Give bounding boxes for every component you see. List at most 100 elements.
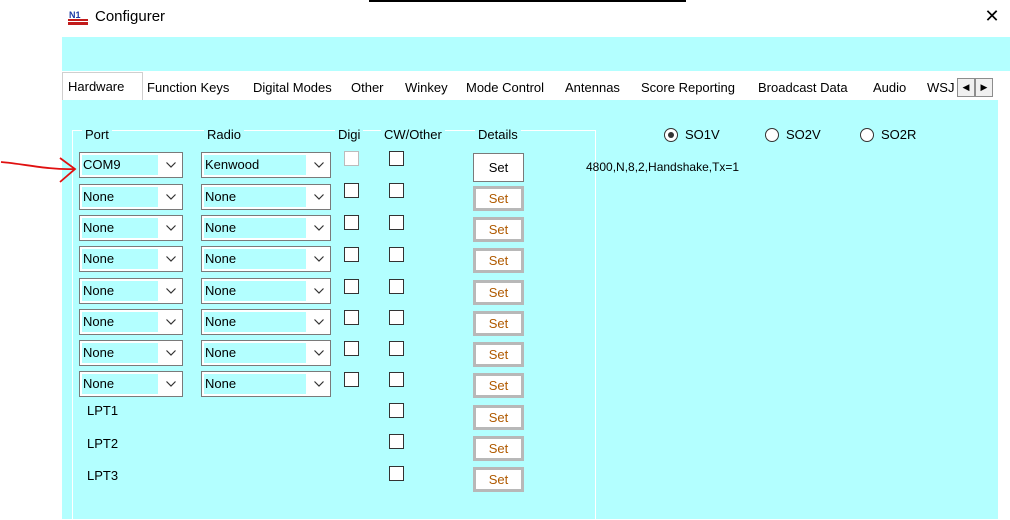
chevron-down-icon[interactable] [160,185,182,209]
cw-other-checkbox[interactable] [389,372,404,387]
digi-checkbox[interactable] [344,215,359,230]
chevron-down-icon[interactable] [160,216,182,240]
radio-select[interactable]: None [201,340,331,366]
port-select[interactable]: None [79,340,183,366]
svg-text:N1: N1 [69,10,81,20]
tab-other[interactable]: Other [351,80,384,95]
tab-wsj[interactable]: WSJ [927,80,954,95]
port-select[interactable]: None [79,215,183,241]
so2r-label: SO2R [881,127,917,142]
chevron-down-icon[interactable] [308,247,330,271]
so1v-label: SO1V [685,127,720,142]
radio-select[interactable]: None [201,278,331,304]
digi-checkbox[interactable] [344,341,359,356]
port-select[interactable]: None [79,278,183,304]
header-cw-other: CW/Other [381,127,445,142]
cw-other-checkbox[interactable] [389,341,404,356]
radio-select-value: Kenwood [204,155,306,175]
port-select-value: None [82,312,158,332]
chevron-down-icon[interactable] [308,372,330,396]
chevron-down-icon[interactable] [308,185,330,209]
tab-hardware[interactable]: Hardware [68,79,124,94]
top-divider-line [369,0,686,2]
radio-select-value: None [204,374,306,394]
port-select[interactable]: COM9 [79,152,183,178]
cw-other-checkbox[interactable] [389,183,404,198]
set-button[interactable]: Set [473,467,524,492]
scroll-left-icon[interactable]: ◀ [957,78,975,97]
panel-edge [998,100,1000,519]
tab-function-keys[interactable]: Function Keys [147,80,229,95]
annotation-arrow [0,157,77,183]
radio-select[interactable]: None [201,371,331,397]
header-details: Details [475,127,521,142]
so2r-radio[interactable] [860,128,874,142]
cw-other-checkbox[interactable] [389,310,404,325]
port-select[interactable]: None [79,184,183,210]
radio-select[interactable]: None [201,215,331,241]
set-button[interactable]: Set [473,436,524,461]
port-select-value: None [82,374,158,394]
digi-checkbox[interactable] [344,151,359,166]
chevron-down-icon[interactable] [308,310,330,334]
scroll-right-icon[interactable]: ▶ [975,78,993,97]
chevron-down-icon[interactable] [160,341,182,365]
digi-checkbox[interactable] [344,183,359,198]
header-band [62,37,1010,71]
cw-other-checkbox[interactable] [389,151,404,166]
tab-audio[interactable]: Audio [873,80,906,95]
set-button[interactable]: Set [473,153,524,182]
set-button[interactable]: Set [473,405,524,430]
chevron-down-icon[interactable] [160,247,182,271]
chevron-down-icon[interactable] [308,216,330,240]
digi-checkbox[interactable] [344,247,359,262]
cw-other-checkbox[interactable] [389,434,404,449]
digi-checkbox[interactable] [344,279,359,294]
chevron-down-icon[interactable] [308,279,330,303]
tab-digital-modes[interactable]: Digital Modes [253,80,332,95]
close-icon[interactable]: ✕ [982,6,1002,26]
set-button[interactable]: Set [473,342,524,367]
radio-select-value: None [204,312,306,332]
tab-mode-control[interactable]: Mode Control [466,80,544,95]
port-select[interactable]: None [79,309,183,335]
radio-select[interactable]: None [201,246,331,272]
port-select-value: None [82,249,158,269]
chevron-down-icon[interactable] [160,372,182,396]
cw-other-checkbox[interactable] [389,215,404,230]
cw-other-checkbox[interactable] [389,403,404,418]
radio-select-value: None [204,249,306,269]
tab-score-reporting[interactable]: Score Reporting [641,80,735,95]
cw-other-checkbox[interactable] [389,247,404,262]
tab-broadcast-data[interactable]: Broadcast Data [758,80,848,95]
chevron-down-icon[interactable] [160,279,182,303]
so1v-radio[interactable] [664,128,678,142]
header-radio: Radio [204,127,244,142]
set-button[interactable]: Set [473,373,524,398]
port-select[interactable]: None [79,246,183,272]
tab-antennas[interactable]: Antennas [565,80,620,95]
set-button[interactable]: Set [473,280,524,305]
so2v-radio[interactable] [765,128,779,142]
chevron-down-icon[interactable] [160,153,182,177]
port-select-value: None [82,187,158,207]
chevron-down-icon[interactable] [160,310,182,334]
cw-other-checkbox[interactable] [389,466,404,481]
port-select-value: COM9 [82,155,158,175]
set-button[interactable]: Set [473,248,524,273]
radio-select[interactable]: None [201,184,331,210]
set-button[interactable]: Set [473,217,524,242]
tab-winkey[interactable]: Winkey [405,80,448,95]
set-button[interactable]: Set [473,311,524,336]
radio-select[interactable]: None [201,309,331,335]
set-button[interactable]: Set [473,186,524,211]
port-select-value: None [82,218,158,238]
radio-select[interactable]: Kenwood [201,152,331,178]
port-select[interactable]: None [79,371,183,397]
chevron-down-icon[interactable] [308,341,330,365]
digi-checkbox[interactable] [344,372,359,387]
digi-checkbox[interactable] [344,310,359,325]
lpt1-label: LPT1 [87,403,119,418]
chevron-down-icon[interactable] [308,153,330,177]
cw-other-checkbox[interactable] [389,279,404,294]
